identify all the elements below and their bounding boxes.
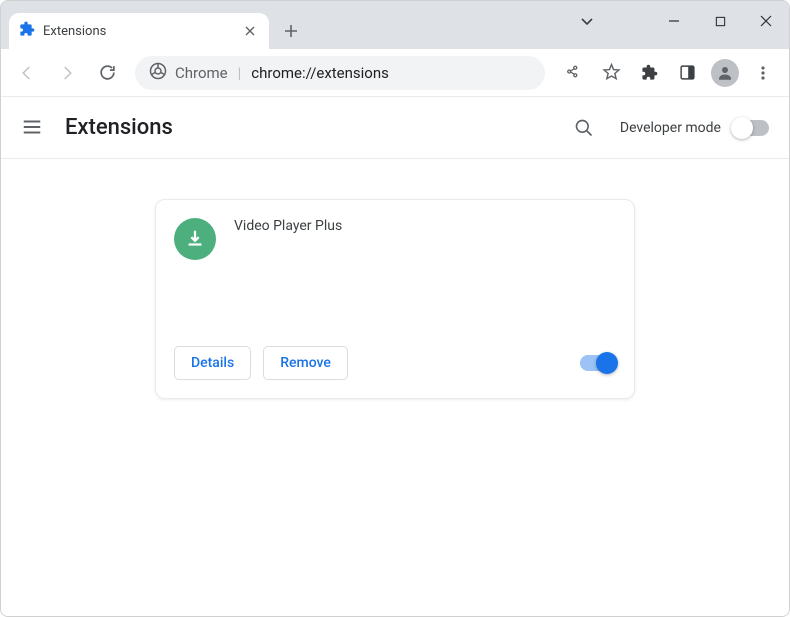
extension-card-footer: Details Remove [174,346,616,380]
bookmark-button[interactable] [593,55,629,91]
omnibox-text: Chrome | chrome://extensions [175,64,389,82]
back-button[interactable] [9,55,45,91]
extension-name: Video Player Plus [234,218,342,234]
puzzle-icon [19,21,35,41]
omnibox-url: chrome://extensions [251,64,389,82]
extension-info: Video Player Plus [234,218,342,346]
minimize-button[interactable] [651,1,697,41]
chrome-logo-icon [149,62,167,84]
extensions-button[interactable] [631,55,667,91]
developer-mode-toggle[interactable] [733,120,769,136]
close-window-button[interactable] [743,1,789,41]
profile-button[interactable] [707,55,743,91]
new-tab-button[interactable] [277,17,305,45]
omnibox-source: Chrome [175,64,228,82]
developer-mode-label: Developer mode [620,120,721,136]
menu-button[interactable] [745,55,781,91]
extension-card-body: Video Player Plus [174,218,616,346]
developer-mode-row: Developer mode [620,120,769,136]
extensions-content: Video Player Plus Details Remove [1,159,789,616]
address-bar[interactable]: Chrome | chrome://extensions [135,56,545,90]
tab-strip: Extensions [1,9,305,49]
browser-toolbar: Chrome | chrome://extensions [1,49,789,97]
share-button[interactable] [555,55,591,91]
forward-button[interactable] [49,55,85,91]
titlebar: Extensions [1,1,789,49]
browser-window: Extensions [0,0,790,617]
extension-card: Video Player Plus Details Remove [155,199,635,399]
close-tab-button[interactable] [241,22,259,40]
browser-tab[interactable]: Extensions [9,13,269,49]
window-controls [651,1,789,41]
maximize-button[interactable] [697,1,743,41]
omnibox-divider: | [238,64,242,82]
details-button[interactable]: Details [174,346,251,380]
tab-search-button[interactable] [580,13,594,32]
header-actions: Developer mode [566,110,769,146]
avatar-icon [711,59,739,87]
extension-enable-toggle[interactable] [580,355,616,371]
remove-button[interactable]: Remove [263,346,348,380]
toolbar-actions [555,55,781,91]
main-menu-button[interactable] [21,116,45,140]
search-extensions-button[interactable] [566,110,602,146]
reload-button[interactable] [89,55,125,91]
extension-icon [174,218,216,260]
tab-title: Extensions [43,24,106,39]
extensions-header: Extensions Developer mode [1,97,789,159]
side-panel-button[interactable] [669,55,705,91]
page-title: Extensions [65,115,173,140]
